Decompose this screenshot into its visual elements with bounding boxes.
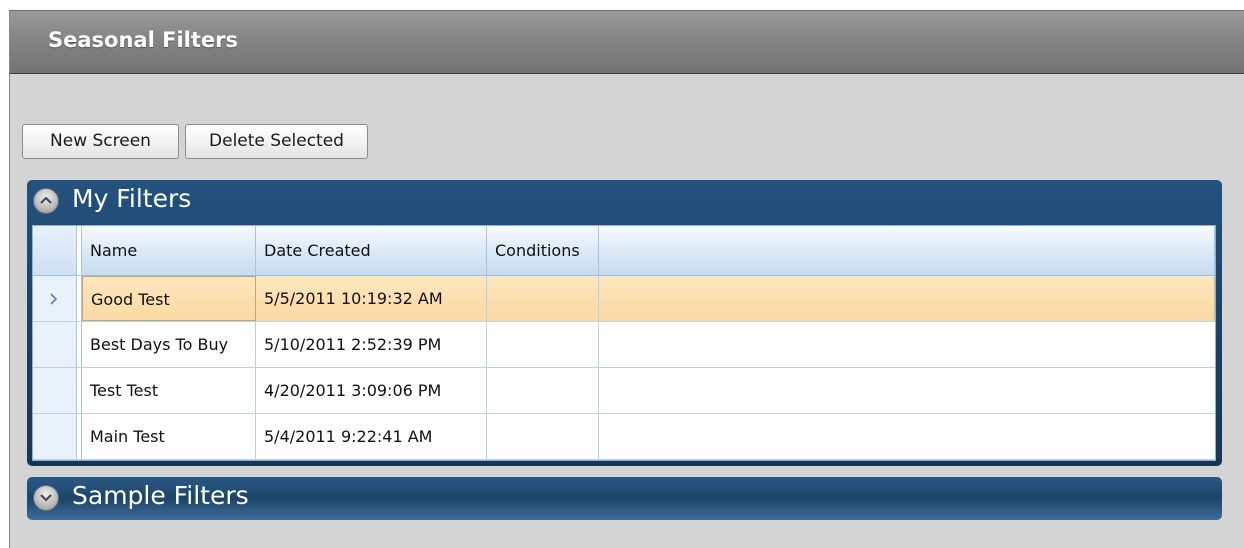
cell-filler[interactable] [599, 322, 1215, 367]
row-indicator-cell[interactable] [33, 368, 77, 413]
column-header-date-created[interactable]: Date Created [256, 226, 487, 275]
cell-name[interactable]: Good Test [82, 276, 256, 321]
column-header-conditions[interactable]: Conditions [487, 226, 599, 275]
sample-filters-header[interactable]: Sample Filters [27, 477, 1222, 519]
delete-selected-button[interactable]: Delete Selected [185, 124, 368, 159]
column-header-filler [599, 226, 1215, 275]
cell-name[interactable]: Test Test [82, 368, 256, 413]
sample-filters-panel: Sample Filters [27, 477, 1222, 520]
my-filters-title: My Filters [72, 184, 192, 213]
chevron-down-icon[interactable] [33, 485, 59, 511]
seasonal-filters-window: Seasonal Filters New Screen Delete Selec… [9, 10, 1244, 548]
cell-date-created[interactable]: 4/20/2011 3:09:06 PM [256, 368, 487, 413]
cell-date-created[interactable]: 5/4/2011 9:22:41 AM [256, 414, 487, 459]
cell-name[interactable]: Best Days To Buy [82, 322, 256, 367]
cell-conditions[interactable] [487, 368, 599, 413]
table-row[interactable]: Main Test 5/4/2011 9:22:41 AM [33, 414, 1215, 460]
grid-header-row: Name Date Created Conditions [33, 226, 1215, 276]
filters-grid: Name Date Created Conditions Good Test 5… [32, 225, 1216, 461]
cell-conditions[interactable] [487, 276, 599, 321]
cell-filler[interactable] [599, 368, 1215, 413]
chevron-up-icon[interactable] [33, 188, 59, 214]
header-indicator-cell [33, 226, 77, 275]
table-row[interactable]: Test Test 4/20/2011 3:09:06 PM [33, 368, 1215, 414]
row-indicator-cell[interactable] [33, 276, 77, 321]
table-row[interactable]: Best Days To Buy 5/10/2011 2:52:39 PM [33, 322, 1215, 368]
cell-filler[interactable] [599, 276, 1215, 321]
my-filters-panel: My Filters Name Date Created Conditions [27, 180, 1222, 466]
cell-conditions[interactable] [487, 322, 599, 367]
row-indicator-cell[interactable] [33, 322, 77, 367]
cell-conditions[interactable] [487, 414, 599, 459]
cell-name[interactable]: Main Test [82, 414, 256, 459]
table-row[interactable]: Good Test 5/5/2011 10:19:32 AM [33, 276, 1215, 322]
sample-filters-title: Sample Filters [72, 481, 249, 510]
title-bar: Seasonal Filters [10, 11, 1244, 74]
column-header-name[interactable]: Name [82, 226, 256, 275]
cell-date-created[interactable]: 5/5/2011 10:19:32 AM [256, 276, 487, 321]
cell-filler[interactable] [599, 414, 1215, 459]
chevron-right-icon [50, 293, 58, 305]
window-title: Seasonal Filters [48, 28, 238, 52]
cell-date-created[interactable]: 5/10/2011 2:52:39 PM [256, 322, 487, 367]
my-filters-header[interactable]: My Filters [27, 180, 1222, 222]
new-screen-button[interactable]: New Screen [22, 124, 179, 159]
row-indicator-cell[interactable] [33, 414, 77, 459]
